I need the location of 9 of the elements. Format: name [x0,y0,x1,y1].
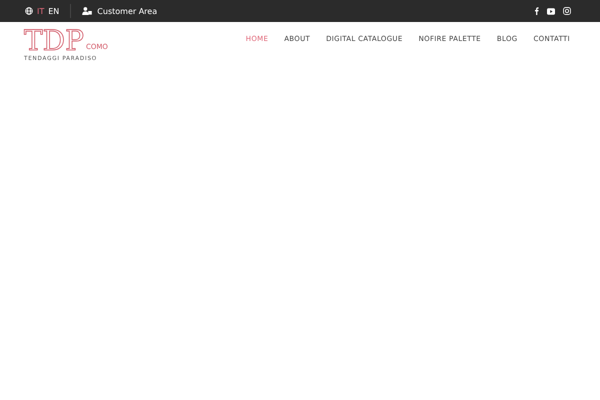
logo-mark: TDP [24,27,84,55]
instagram-icon[interactable] [563,7,571,15]
customer-area-link[interactable]: Customer Area [97,6,158,16]
globe-icon [25,7,33,15]
facebook-icon[interactable] [534,7,539,15]
language-link[interactable]: EN [48,6,60,16]
language-link[interactable]: IT [37,6,44,16]
youtube-icon[interactable] [547,8,555,14]
user-icon [82,7,92,15]
